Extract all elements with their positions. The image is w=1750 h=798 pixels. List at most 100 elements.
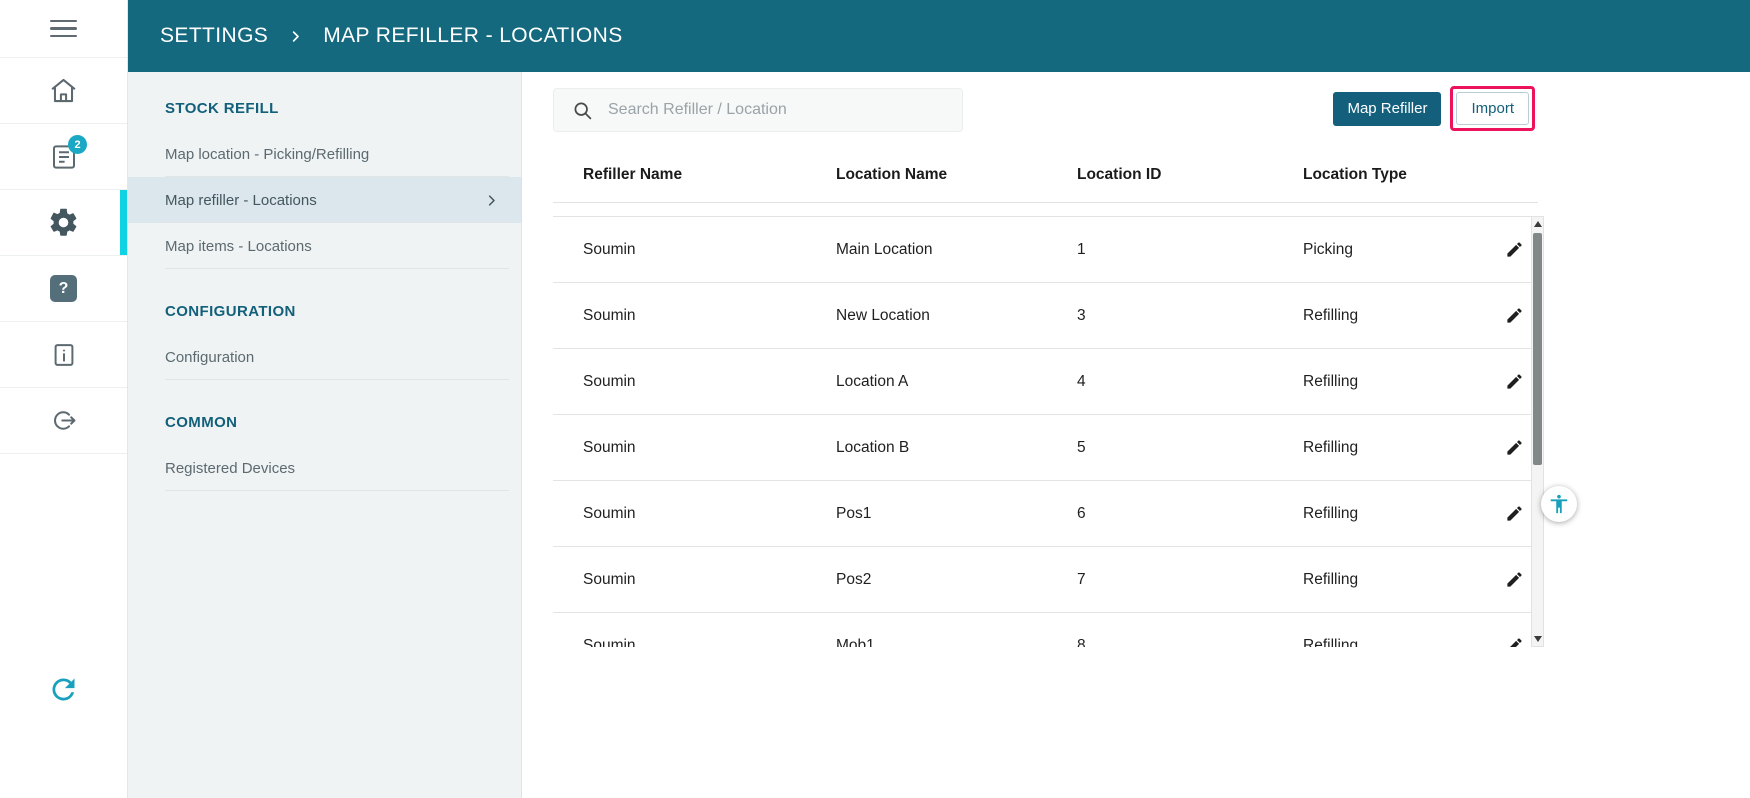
table-row[interactable]: Soumin Location A 4 Refilling — [553, 349, 1538, 415]
orders-count-badge: 2 — [68, 135, 87, 154]
table-row[interactable]: Soumin Location B 5 Refilling — [553, 415, 1538, 481]
cell-location-name: Location B — [836, 439, 1077, 457]
edit-pencil-icon — [1505, 570, 1524, 589]
search-box[interactable] — [553, 88, 963, 132]
cell-refiller-name: Soumin — [583, 571, 836, 589]
toolbar-actions: Map Refiller Import — [1333, 86, 1535, 131]
cell-refiller-name: Soumin — [583, 307, 836, 325]
cell-location-type: Refilling — [1303, 637, 1490, 648]
column-header-location-name: Location Name — [836, 166, 1077, 184]
scrollbar-thumb[interactable] — [1533, 233, 1542, 465]
table-header-row: Refiller Name Location Name Location ID … — [553, 148, 1538, 203]
rail-item-logout[interactable] — [0, 388, 127, 454]
search-input[interactable] — [608, 101, 938, 119]
map-refiller-button[interactable]: Map Refiller — [1333, 92, 1441, 126]
import-button[interactable]: Import — [1456, 92, 1529, 125]
column-header-refiller-name: Refiller Name — [583, 166, 836, 184]
column-header-location-id: Location ID — [1077, 166, 1303, 184]
rail-item-help[interactable]: ? — [0, 256, 127, 322]
edit-pencil-icon — [1505, 240, 1524, 259]
cell-location-name: Location A — [836, 373, 1077, 391]
cell-location-type: Refilling — [1303, 505, 1490, 523]
accessibility-icon — [1548, 493, 1570, 515]
toolbar: Map Refiller Import — [522, 72, 1750, 148]
cell-location-id: 3 — [1077, 307, 1303, 325]
sidebar-section-configuration: CONFIGURATION Configuration — [128, 303, 521, 380]
cell-location-name: Pos1 — [836, 505, 1077, 523]
edit-pencil-icon — [1505, 636, 1524, 647]
cell-location-name: Mob1 — [836, 637, 1077, 648]
sidebar-section-common: COMMON Registered Devices — [128, 414, 521, 491]
logout-icon — [49, 406, 78, 435]
sidebar-item-label: Map location - Picking/Refilling — [165, 146, 369, 163]
rail-item-info[interactable] — [0, 322, 127, 388]
sidebar-item-label: Registered Devices — [165, 460, 295, 477]
help-icon: ? — [50, 275, 77, 302]
settings-gear-icon — [47, 206, 80, 239]
table-row[interactable]: Soumin Mob1 8 Refilling — [553, 613, 1538, 647]
column-header-location-type: Location Type — [1303, 166, 1490, 184]
rail-item-home[interactable] — [0, 58, 127, 124]
locations-table: Refiller Name Location Name Location ID … — [553, 148, 1538, 647]
breadcrumb-page-title: MAP REFILLER - LOCATIONS — [323, 24, 622, 48]
hamburger-icon — [50, 15, 77, 43]
table-row[interactable]: Soumin Main Location 1 Picking — [553, 217, 1538, 283]
cell-location-id: 8 — [1077, 637, 1303, 648]
edit-pencil-icon — [1505, 504, 1524, 523]
cell-refiller-name: Soumin — [583, 241, 836, 259]
cell-location-type: Refilling — [1303, 439, 1490, 457]
edit-pencil-icon — [1505, 372, 1524, 391]
cell-location-type: Refilling — [1303, 373, 1490, 391]
cell-location-name: New Location — [836, 307, 1077, 325]
cell-refiller-name: Soumin — [583, 373, 836, 391]
sidebar-item-map-location-picking-refilling[interactable]: Map location - Picking/Refilling — [128, 131, 521, 177]
sidebar-item-registered-devices[interactable]: Registered Devices — [128, 445, 521, 491]
main-content: Map Refiller Import Refiller Name Locati… — [522, 72, 1750, 798]
table-row[interactable]: Soumin Pos2 7 Refilling — [553, 547, 1538, 613]
chevron-right-icon — [484, 193, 499, 208]
import-highlight-box: Import — [1450, 86, 1535, 131]
table-scrollbar[interactable] — [1531, 216, 1544, 647]
search-icon — [572, 100, 593, 121]
refresh-icon — [47, 673, 80, 706]
cell-refiller-name: Soumin — [583, 505, 836, 523]
section-heading: CONFIGURATION — [128, 303, 521, 334]
scroll-down-arrow[interactable] — [1532, 632, 1543, 646]
table-row[interactable]: Soumin Pos1 6 Refilling — [553, 481, 1538, 547]
sidebar-item-label: Map items - Locations — [165, 238, 312, 255]
cell-location-id: 1 — [1077, 241, 1303, 259]
rail-item-orders[interactable]: 2 — [0, 124, 127, 190]
icon-rail: 2 ? — [0, 0, 128, 798]
rail-item-settings[interactable] — [0, 190, 127, 256]
edit-pencil-icon — [1505, 306, 1524, 325]
table-row[interactable]: Soumin New Location 3 Refilling — [553, 283, 1538, 349]
scroll-up-arrow[interactable] — [1532, 217, 1543, 231]
cell-location-name: Pos2 — [836, 571, 1077, 589]
cell-location-type: Refilling — [1303, 307, 1490, 325]
sidebar-item-label: Configuration — [165, 349, 254, 366]
cell-location-id: 5 — [1077, 439, 1303, 457]
sidebar-item-configuration[interactable]: Configuration — [128, 334, 521, 380]
cell-refiller-name: Soumin — [583, 439, 836, 457]
sidebar-item-map-refiller-locations[interactable]: Map refiller - Locations — [128, 177, 521, 223]
accessibility-widget-button[interactable] — [1541, 486, 1577, 522]
edit-pencil-icon — [1505, 438, 1524, 457]
info-icon — [50, 341, 78, 369]
table-body: Soumin Main Location 1 Picking Soumin Ne… — [553, 216, 1538, 647]
cell-refiller-name: Soumin — [583, 637, 836, 648]
breadcrumb-settings[interactable]: SETTINGS — [160, 24, 268, 48]
cell-location-name: Main Location — [836, 241, 1077, 259]
settings-sidebar: STOCK REFILL Map location - Picking/Refi… — [128, 72, 522, 798]
sidebar-item-map-items-locations[interactable]: Map items - Locations — [128, 223, 521, 269]
cell-location-id: 7 — [1077, 571, 1303, 589]
cell-location-type: Refilling — [1303, 571, 1490, 589]
cell-location-id: 4 — [1077, 373, 1303, 391]
section-heading: STOCK REFILL — [128, 100, 521, 131]
cell-location-type: Picking — [1303, 241, 1490, 259]
menu-button[interactable] — [0, 0, 127, 58]
section-heading: COMMON — [128, 414, 521, 445]
refresh-button[interactable] — [0, 673, 127, 706]
sidebar-section-stock-refill: STOCK REFILL Map location - Picking/Refi… — [128, 100, 521, 269]
sidebar-item-label: Map refiller - Locations — [165, 192, 317, 209]
top-header-bar: SETTINGS MAP REFILLER - LOCATIONS — [128, 0, 1750, 72]
